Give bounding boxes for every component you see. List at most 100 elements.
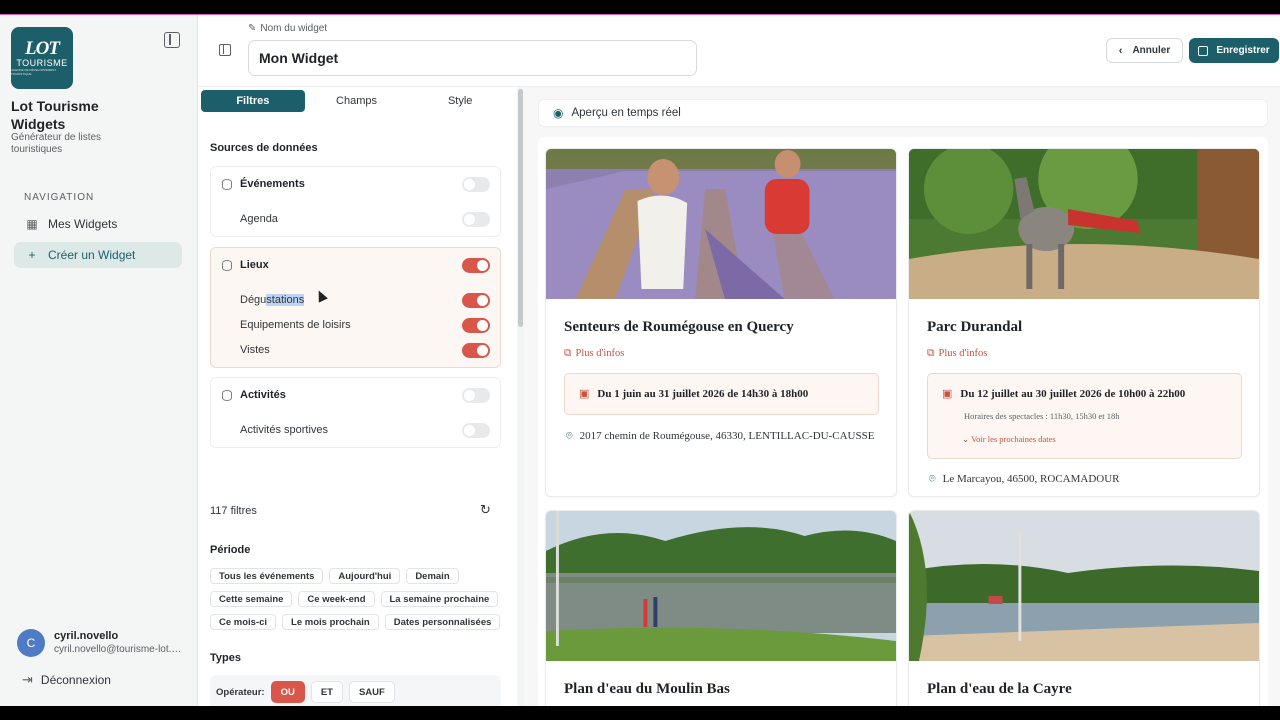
source-row-vistes: Vistes	[211, 340, 500, 360]
chip-mois-prochain[interactable]: Le mois prochain	[282, 614, 379, 630]
calendar-icon: ▣	[579, 388, 590, 400]
nav-heading: NAVIGATION	[24, 192, 95, 203]
source-row-degustations: Dégustations	[211, 290, 500, 310]
card-title: Senteurs de Roumégouse en Quercy	[564, 319, 794, 335]
toggle-activites[interactable]	[462, 387, 490, 403]
poi-card[interactable]: Senteurs de Roumégouse en Quercy ⧉ Plus d…	[545, 148, 897, 497]
tab-champs[interactable]: Champs	[305, 90, 409, 112]
source-row-lieux: Lieux	[211, 255, 500, 275]
date-box: ▣ Du 1 juin au 31 juillet 2026 de 14h30 à…	[564, 373, 879, 415]
panel-scrollbar[interactable]	[517, 87, 524, 706]
chip-aujourdhui[interactable]: Aujourd'hui	[329, 568, 401, 584]
app-title: Lot Tourisme Widgets	[11, 98, 99, 132]
preview-pane: ◉ Aperçu en temps réel Senteurs de Roumé…	[524, 87, 1280, 706]
avatar[interactable]: C	[17, 629, 45, 657]
scrollbar-thumb[interactable]	[518, 89, 523, 327]
save-icon	[1198, 45, 1209, 56]
card-image-lake-moulin-bas	[546, 511, 896, 661]
operator-sauf-button[interactable]: SAUF	[348, 681, 395, 703]
source-card-lieux: Lieux Dégustations Equipements de loisir…	[210, 247, 501, 368]
chevron-down-icon: ⌄	[962, 434, 972, 444]
chevron-left-icon: ‹	[1118, 44, 1123, 57]
source-row-evenements: Événements	[211, 174, 500, 194]
pencil-icon: ✎	[248, 23, 257, 34]
sidebar-item-mes-widgets[interactable]: ▦ Mes Widgets	[14, 211, 182, 237]
chip-ce-week-end[interactable]: Ce week-end	[298, 591, 375, 607]
chip-semaine-prochaine[interactable]: La semaine prochaine	[380, 591, 499, 607]
toggle-lieux[interactable]	[462, 257, 490, 273]
source-card-activites: Activités Activités sportives	[210, 377, 501, 448]
toggle-activites-sportives[interactable]	[462, 422, 490, 438]
source-row-activites: Activités	[211, 385, 500, 405]
next-dates-toggle[interactable]: ⌄ Voir les prochaines dates	[962, 434, 1056, 445]
more-info-link[interactable]: ⧉ Plus d'infos	[564, 348, 624, 360]
external-link-icon: ⧉	[564, 348, 572, 359]
poi-card[interactable]: Plan d'eau du Moulin Bas	[545, 510, 897, 706]
sources-title: Sources de données	[210, 142, 318, 154]
chip-demain[interactable]: Demain	[406, 568, 459, 584]
config-panel: Filtres Champs Style Sources de données …	[198, 87, 515, 706]
cancel-button[interactable]: ‹ Annuler	[1106, 38, 1183, 63]
user-name: cyril.novello	[54, 630, 119, 642]
location-pin-icon: ⌾	[929, 473, 936, 485]
user-email: cyril.novello@tourisme-lot.com	[54, 644, 184, 655]
card-address: ⌾ 2017 chemin de Roumégouse, 46330, LENTI…	[566, 430, 875, 442]
card-title: Plan d'eau du Moulin Bas	[564, 681, 730, 697]
sidebar-collapse-icon[interactable]	[164, 32, 180, 48]
database-icon	[222, 259, 232, 271]
sidebar-item-creer-widget[interactable]: + Créer un Widget	[14, 242, 182, 268]
tab-filtres[interactable]: Filtres	[201, 90, 305, 112]
logout-button[interactable]: ⇥ Déconnexion	[22, 672, 111, 688]
widget-name-label: ✎ Nom du widget	[248, 23, 328, 34]
top-header: ✎Nom du widget ‹ Annuler Enregistrer	[198, 15, 1280, 87]
preview-area: Senteurs de Roumégouse en Quercy ⧉ Plus d…	[538, 137, 1268, 706]
toggle-equipements[interactable]	[462, 317, 490, 333]
toggle-agenda[interactable]	[462, 211, 490, 227]
card-title: Plan d'eau de la Cayre	[927, 681, 1072, 697]
period-title: Période	[210, 544, 251, 556]
tab-style[interactable]: Style	[408, 90, 512, 112]
app-subtitle: Générateur de listes touristiques	[11, 132, 102, 155]
toggle-degustations[interactable]	[462, 292, 490, 308]
database-icon	[222, 389, 232, 401]
date-box: ▣ Du 12 juillet au 30 juillet 2026 de 10h…	[927, 373, 1242, 459]
sidebar: LOT TOURISME AGENCE DE DÉVELOPPEMENT TOU…	[0, 15, 198, 706]
save-button[interactable]: Enregistrer	[1189, 38, 1279, 63]
external-link-icon: ⧉	[927, 348, 935, 359]
chip-ce-mois-ci[interactable]: Ce mois-ci	[210, 614, 277, 630]
types-title: Types	[210, 652, 241, 664]
logout-icon: ⇥	[22, 672, 33, 687]
config-tabs: Filtres Champs Style	[201, 90, 512, 112]
toggle-evenements[interactable]	[462, 176, 490, 192]
app-window: LOT TOURISME AGENCE DE DÉVELOPPEMENT TOU…	[0, 14, 1280, 706]
widget-name-input[interactable]	[248, 40, 697, 76]
source-row-agenda: Agenda	[211, 209, 500, 229]
panel-toggle-icon[interactable]	[219, 44, 231, 56]
toggle-vistes[interactable]	[462, 342, 490, 358]
chip-tous-les-evenements[interactable]: Tous les événements	[210, 568, 324, 584]
operator-label: Opérateur:	[216, 686, 265, 698]
show-hours: Horaires des spectacles : 11h30, 15h30 e…	[964, 411, 1120, 421]
grid-icon: ▦	[26, 217, 38, 231]
more-info-link[interactable]: ⧉ Plus d'infos	[927, 348, 987, 360]
card-address: ⌾ Le Marcayou, 46500, ROCAMADOUR	[929, 473, 1120, 485]
operator-group: Opérateur: OU ET SAUF	[210, 675, 501, 706]
text-selection: stations	[266, 294, 305, 306]
chip-cette-semaine[interactable]: Cette semaine	[210, 591, 293, 607]
card-image-horse-show	[909, 149, 1259, 299]
card-title: Parc Durandal	[927, 319, 1023, 335]
database-icon	[222, 178, 232, 190]
poi-card[interactable]: Plan d'eau de la Cayre	[908, 510, 1260, 706]
filters-count: 117 filtres	[210, 505, 257, 517]
brand-logo[interactable]: LOT TOURISME AGENCE DE DÉVELOPPEMENT TOU…	[11, 27, 73, 89]
poi-card[interactable]: Parc Durandal ⧉ Plus d'infos ▣ Du 12 juill…	[908, 148, 1260, 497]
chip-dates-personnalisees[interactable]: Dates personnalisées	[384, 614, 501, 630]
operator-ou-button[interactable]: OU	[270, 681, 305, 703]
calendar-icon: ▣	[942, 388, 953, 400]
operator-et-button[interactable]: ET	[310, 681, 343, 703]
period-chips: Tous les événements Aujourd'hui Demain C…	[210, 568, 510, 630]
preview-header: ◉ Aperçu en temps réel	[538, 99, 1268, 127]
source-row-equipements: Equipements de loisirs	[211, 315, 500, 335]
source-card-evenements: Événements Agenda	[210, 166, 501, 237]
refresh-icon[interactable]: ↻	[480, 502, 491, 518]
